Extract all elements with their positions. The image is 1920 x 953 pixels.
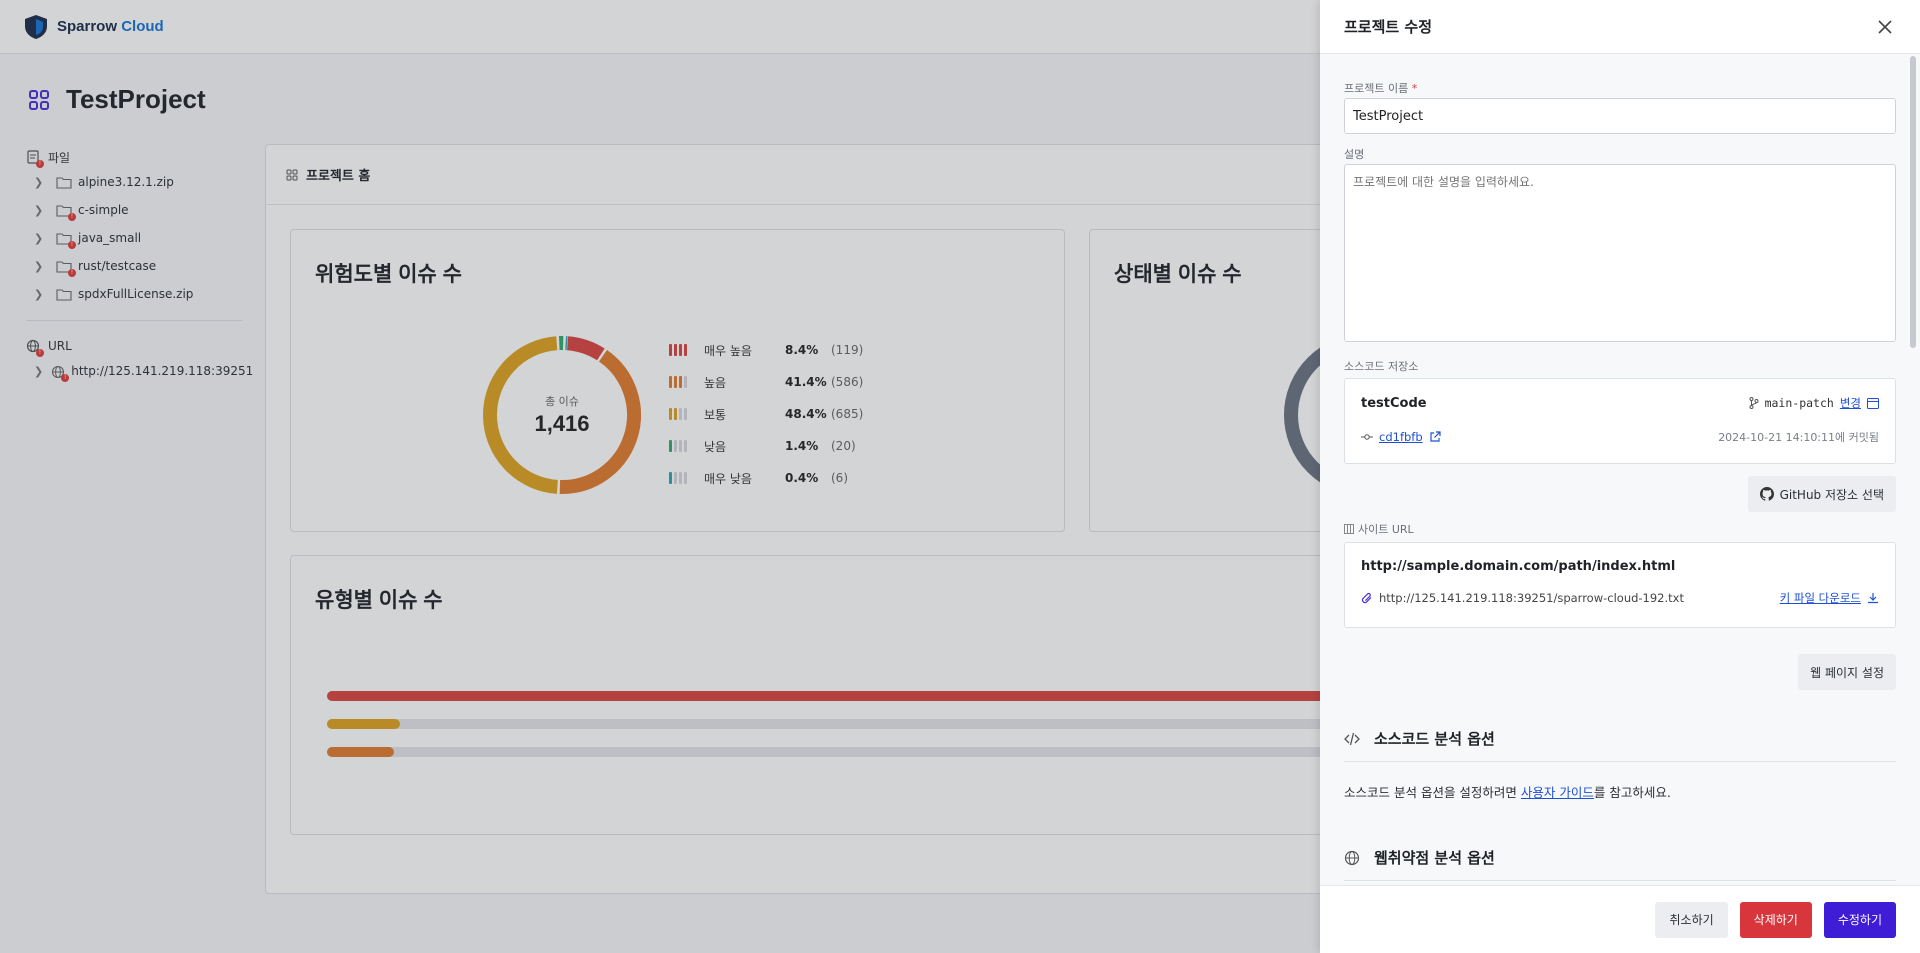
code-icon bbox=[1344, 732, 1360, 745]
github-repo-select-button[interactable]: GitHub 저장소 선택 bbox=[1747, 476, 1896, 512]
github-icon bbox=[1759, 487, 1774, 501]
commit-icon bbox=[1361, 434, 1373, 440]
close-icon bbox=[1878, 19, 1892, 34]
external-link-icon[interactable] bbox=[1429, 431, 1441, 443]
branch-name: main-patch bbox=[1764, 396, 1834, 410]
commit-hash-link[interactable]: cd1fbfb bbox=[1379, 430, 1423, 444]
source-options-title: 소스코드 분석 옵션 bbox=[1374, 730, 1495, 748]
web-options-header: 웹취약점 분석 옵션 bbox=[1344, 847, 1896, 881]
cancel-button[interactable]: 취소하기 bbox=[1655, 901, 1728, 938]
web-options-title: 웹취약점 분석 옵션 bbox=[1374, 849, 1495, 867]
repo-label: 소스코드 저장소 bbox=[1344, 360, 1419, 373]
change-branch-link[interactable]: 변경 bbox=[1840, 395, 1861, 411]
user-guide-link[interactable]: 사용자 가이드 bbox=[1521, 785, 1594, 800]
site-url: http://sample.domain.com/path/index.html bbox=[1361, 559, 1676, 574]
project-name-label: 프로젝트 이름 * bbox=[1344, 82, 1418, 95]
site-icon bbox=[1344, 524, 1354, 534]
description-textarea[interactable] bbox=[1344, 164, 1896, 342]
drawer-header: 프로젝트 수정 bbox=[1320, 0, 1920, 54]
drawer-scrollbar[interactable] bbox=[1910, 56, 1916, 348]
commit-date: 2024-10-21 14:10:11에 커밋됨 bbox=[1718, 431, 1879, 444]
repo-name: testCode bbox=[1361, 395, 1427, 411]
globe-icon bbox=[1344, 850, 1360, 865]
repo-box: testCode main-patch 변경 cd1fbfb 2024-10-2… bbox=[1344, 378, 1896, 464]
download-icon[interactable] bbox=[1867, 592, 1879, 604]
drawer-footer: 취소하기 삭제하기 수정하기 bbox=[1320, 885, 1920, 953]
branch-icon bbox=[1749, 397, 1759, 409]
key-download-link[interactable]: 키 파일 다운로드 bbox=[1780, 590, 1861, 606]
delete-button[interactable]: 삭제하기 bbox=[1739, 901, 1812, 938]
key-file-url: http://125.141.219.118:39251/sparrow-clo… bbox=[1379, 591, 1684, 605]
edit-project-drawer: 프로젝트 수정 프로젝트 이름 * 설명 소스코드 저장소 testCode m… bbox=[1320, 0, 1920, 953]
site-url-box: http://sample.domain.com/path/index.html… bbox=[1344, 542, 1896, 628]
close-button[interactable] bbox=[1874, 16, 1896, 38]
source-options-guide: 소스코드 분석 옵션을 설정하려면 사용자 가이드를 참고하세요. bbox=[1344, 785, 1671, 800]
submit-button[interactable]: 수정하기 bbox=[1823, 901, 1896, 938]
github-button-label: GitHub 저장소 선택 bbox=[1779, 487, 1884, 502]
drawer-title: 프로젝트 수정 bbox=[1344, 18, 1433, 36]
source-options-header: 소스코드 분석 옵션 bbox=[1344, 728, 1896, 762]
site-url-label: 사이트 URL bbox=[1344, 522, 1896, 536]
project-name-input[interactable] bbox=[1344, 98, 1896, 134]
drawer-body: 프로젝트 이름 * 설명 소스코드 저장소 testCode main-patc… bbox=[1344, 54, 1896, 884]
paperclip-icon bbox=[1361, 592, 1372, 604]
web-page-settings-button[interactable]: 웹 페이지 설정 bbox=[1798, 654, 1896, 690]
description-label: 설명 bbox=[1344, 148, 1365, 161]
window-icon[interactable] bbox=[1867, 397, 1879, 409]
